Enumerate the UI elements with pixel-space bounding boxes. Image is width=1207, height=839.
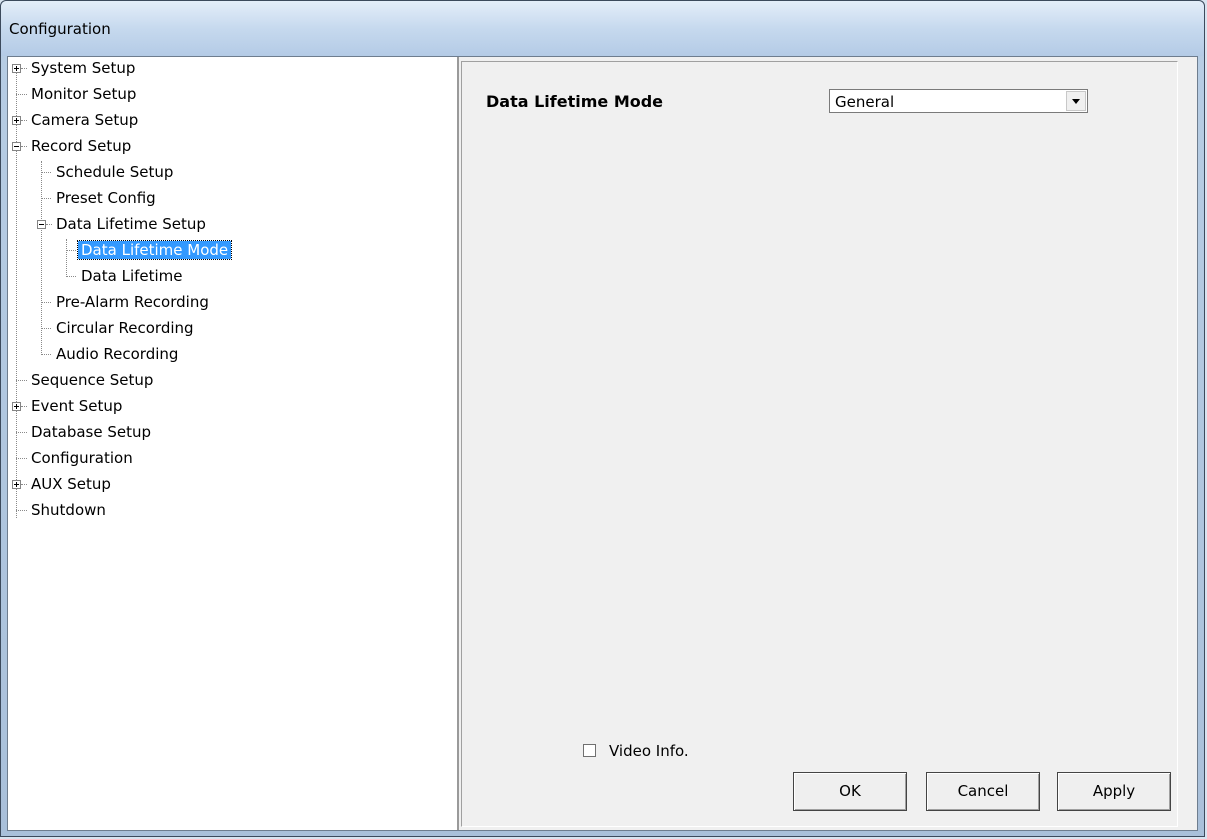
settings-panel-frame: [461, 61, 1178, 827]
tree-item-system-setup[interactable]: System Setup: [28, 57, 138, 79]
tree-item-pre-alarm-recording[interactable]: Pre-Alarm Recording: [53, 291, 212, 313]
configuration-window: Configuration System Setup Monitor Setup…: [0, 0, 1205, 837]
settings-tree: System Setup Monitor Setup Camera Setup …: [8, 57, 459, 830]
ok-button[interactable]: OK: [793, 772, 907, 811]
tree-item-data-lifetime-mode[interactable]: Data Lifetime Mode: [76, 239, 233, 261]
select-value: General: [835, 93, 895, 111]
tree-item-aux-setup[interactable]: AUX Setup: [28, 473, 114, 495]
video-info-checkbox[interactable]: [583, 744, 596, 757]
data-lifetime-mode-select[interactable]: General: [829, 89, 1088, 113]
cancel-button[interactable]: Cancel: [926, 772, 1040, 811]
tree-item-record-setup[interactable]: Record Setup: [28, 135, 134, 157]
video-info-label: Video Info.: [609, 742, 689, 760]
tree-item-schedule-setup[interactable]: Schedule Setup: [53, 161, 176, 183]
title-bar[interactable]: Configuration: [1, 1, 1204, 56]
tree-item-data-lifetime[interactable]: Data Lifetime: [78, 265, 186, 287]
chevron-down-icon[interactable]: [1066, 91, 1086, 111]
tree-item-event-setup[interactable]: Event Setup: [28, 395, 125, 417]
tree-item-sequence-setup[interactable]: Sequence Setup: [28, 369, 156, 391]
tree-item-camera-setup[interactable]: Camera Setup: [28, 109, 141, 131]
tree-item-circular-recording[interactable]: Circular Recording: [53, 317, 197, 339]
tree-item-shutdown[interactable]: Shutdown: [28, 499, 109, 521]
collapse-icon[interactable]: [12, 142, 21, 151]
dialog-client: System Setup Monitor Setup Camera Setup …: [7, 56, 1198, 831]
tree-item-configuration[interactable]: Configuration: [28, 447, 136, 469]
apply-button[interactable]: Apply: [1057, 772, 1171, 811]
tree-item-monitor-setup[interactable]: Monitor Setup: [28, 83, 139, 105]
expand-icon[interactable]: [12, 402, 21, 411]
collapse-icon[interactable]: [37, 220, 46, 229]
field-label: Data Lifetime Mode: [486, 92, 664, 111]
tree-item-data-lifetime-setup[interactable]: Data Lifetime Setup: [53, 213, 209, 235]
window-title: Configuration: [9, 20, 111, 38]
tree-item-database-setup[interactable]: Database Setup: [28, 421, 154, 443]
expand-icon[interactable]: [12, 116, 21, 125]
expand-icon[interactable]: [12, 64, 21, 73]
tree-item-preset-config[interactable]: Preset Config: [53, 187, 159, 209]
tree-item-audio-recording[interactable]: Audio Recording: [53, 343, 181, 365]
expand-icon[interactable]: [12, 480, 21, 489]
